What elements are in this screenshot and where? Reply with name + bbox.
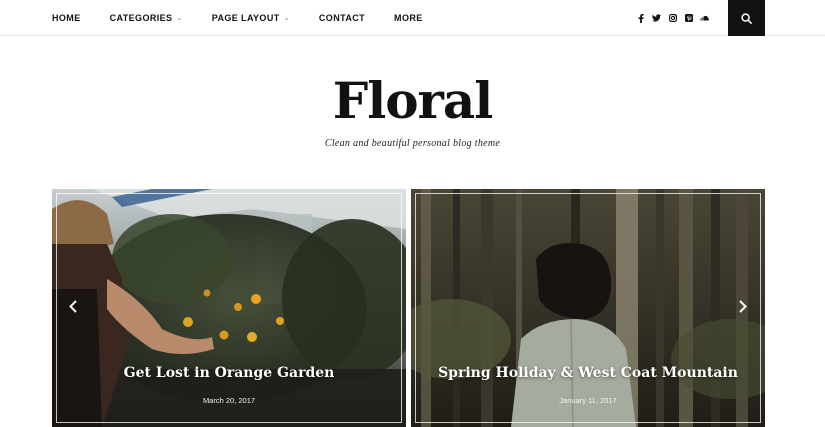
site-tagline: Clean and beautiful personal blog theme [324, 138, 501, 149]
soundcloud-icon[interactable] [700, 14, 709, 23]
pinterest-icon[interactable] [684, 14, 693, 23]
nav-item-label: PAGE LAYOUT [211, 13, 280, 23]
slide-title[interactable]: Spring Holiday & West Coat Mountain [411, 365, 765, 381]
nav-item-contact[interactable]: CONTACT [319, 13, 365, 23]
slide-title[interactable]: Get Lost in Orange Garden [52, 365, 406, 381]
nav-item-page-layout[interactable]: PAGE LAYOUT ⌄ [212, 13, 290, 23]
instagram-icon[interactable] [668, 14, 677, 23]
twitter-icon[interactable] [652, 14, 661, 23]
nav-item-home[interactable]: HOME [52, 13, 81, 23]
site-logo[interactable]: Floral [0, 70, 825, 132]
slide-date: January 11, 2017 [559, 396, 617, 405]
facebook-icon[interactable] [636, 13, 645, 23]
main-menu: HOME CATEGORIES ⌄ PAGE LAYOUT ⌄ CONTACT … [52, 0, 423, 36]
nav-item-more[interactable]: MORE [394, 13, 423, 23]
nav-item-label: MORE [394, 13, 423, 23]
social-links [636, 0, 709, 36]
slide-date: March 20, 2017 [202, 396, 256, 405]
slider-post-spring-holiday[interactable]: Spring Holiday & West Coat Mountain Janu… [411, 189, 765, 427]
chevron-left-icon [69, 299, 77, 313]
slider-post-orange-garden[interactable]: Get Lost in Orange Garden March 20, 2017 [52, 189, 406, 427]
nav-item-label: HOME [52, 13, 81, 23]
top-navigation-bar: HOME CATEGORIES ⌄ PAGE LAYOUT ⌄ CONTACT … [0, 0, 825, 36]
nav-item-label: CATEGORIES [109, 13, 173, 23]
slide-image-orange-garden [52, 189, 406, 427]
slider-prev-button[interactable] [67, 297, 79, 315]
search-button[interactable] [728, 0, 765, 36]
chevron-down-icon: ⌄ [283, 15, 290, 22]
search-icon [741, 12, 752, 24]
chevron-right-icon [739, 299, 747, 313]
slider-next-button[interactable] [737, 297, 749, 315]
chevron-down-icon: ⌄ [176, 15, 183, 22]
nav-item-categories[interactable]: CATEGORIES ⌄ [110, 13, 183, 23]
slide-image-forest [411, 189, 765, 427]
nav-item-label: CONTACT [318, 13, 366, 23]
